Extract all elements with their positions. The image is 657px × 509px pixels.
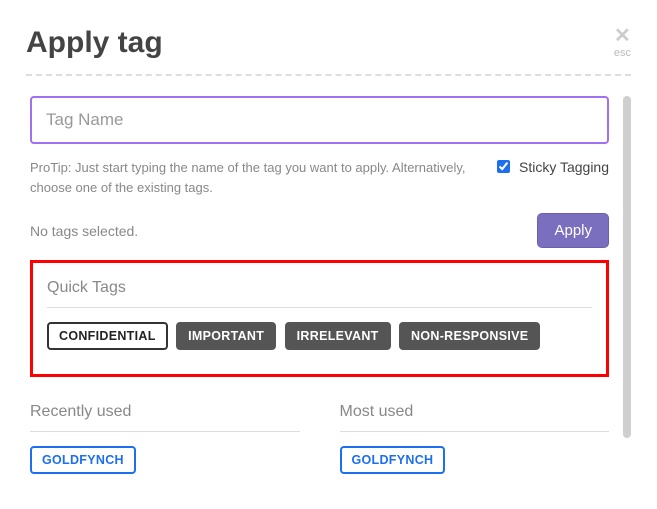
protip-text: ProTip: Just start typing the name of th… (30, 158, 473, 197)
apply-button[interactable]: Apply (537, 213, 609, 248)
divider (47, 307, 592, 308)
quick-tag-irrelevant[interactable]: IRRELEVANT (285, 322, 391, 350)
quick-tags-highlight: Quick Tags CONFIDENTIAL IMPORTANT IRRELE… (30, 260, 609, 377)
quick-tag-nonresponsive[interactable]: NON-RESPONSIVE (399, 322, 540, 350)
quick-tag-confidential[interactable]: CONFIDENTIAL (47, 322, 168, 350)
recent-tag-item[interactable]: GOLDFYNCH (30, 446, 136, 474)
no-tags-status: No tags selected. (30, 223, 138, 239)
most-tag-item[interactable]: GOLDFYNCH (340, 446, 446, 474)
sticky-tagging-toggle[interactable]: Sticky Tagging (493, 158, 609, 176)
divider (30, 431, 300, 432)
quick-tag-important[interactable]: IMPORTANT (176, 322, 276, 350)
divider (26, 74, 631, 76)
page-title: Apply tag (26, 26, 163, 60)
quick-tags-title: Quick Tags (47, 279, 592, 297)
close-esc-label: esc (614, 48, 631, 59)
close-button[interactable]: ✕ esc (614, 26, 631, 59)
scrollbar[interactable] (623, 96, 631, 498)
apply-tag-modal: Apply tag ✕ esc ProTip: Just start typin… (0, 0, 657, 498)
divider (340, 431, 610, 432)
most-used-section: Most used GOLDFYNCH (340, 397, 610, 478)
close-icon: ✕ (614, 25, 631, 47)
sticky-label: Sticky Tagging (519, 158, 609, 176)
tag-name-input[interactable] (30, 96, 609, 144)
recently-used-section: Recently used GOLDFYNCH (30, 397, 300, 478)
scrollbar-thumb[interactable] (623, 96, 631, 438)
most-used-title: Most used (340, 403, 610, 421)
recently-used-title: Recently used (30, 403, 300, 421)
sticky-checkbox[interactable] (497, 160, 510, 173)
